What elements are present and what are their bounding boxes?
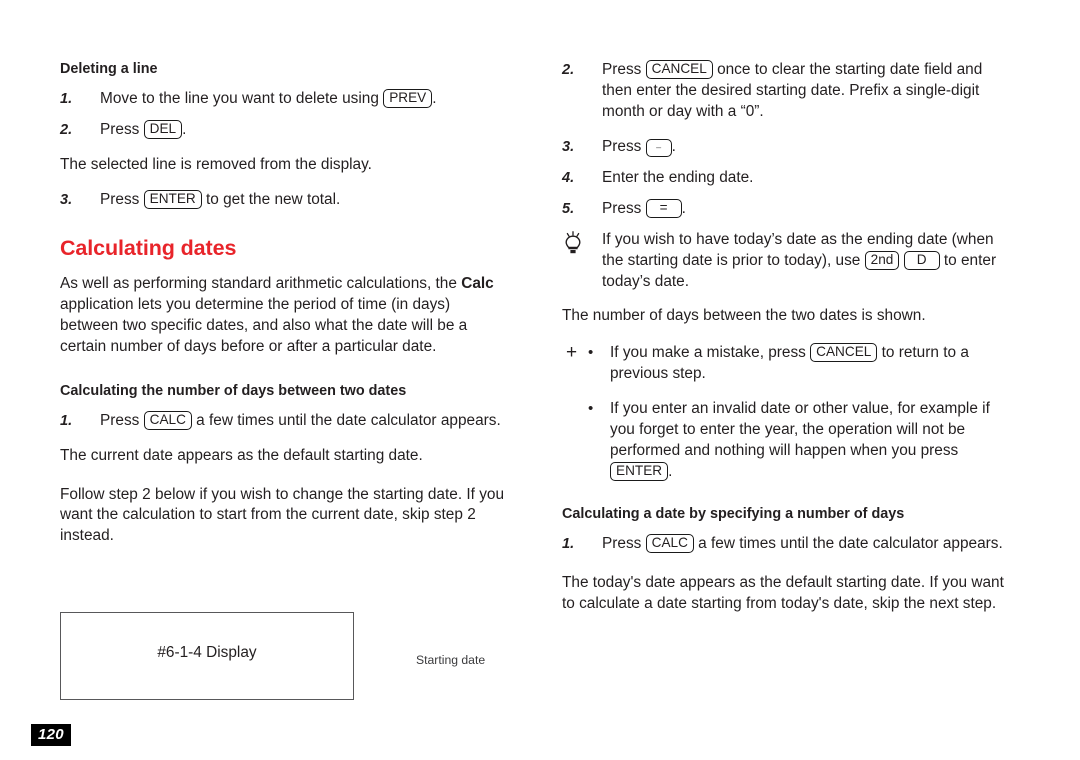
step-text-after: . (432, 89, 437, 107)
step-text-before: Press (602, 534, 642, 552)
step-text-before: Press (100, 190, 140, 208)
step-number: 4. (562, 169, 575, 186)
bullet-text-before: If you enter an invalid date or other va… (610, 400, 990, 460)
bullet-text-before: If you make a mistake, press (610, 344, 806, 362)
step-text: Press CALC a few times until the date ca… (602, 533, 1014, 555)
left-column: Deleting a line 1. Move to the line you … (60, 60, 506, 561)
intro-part-2: application lets you determine the perio… (60, 296, 468, 355)
heading-calculating-dates: Calculating dates (60, 236, 237, 261)
tip-text: If you wish to have today’s date as the … (602, 230, 1014, 293)
right-column: 2. Press CANCEL once to clear the starti… (562, 60, 1014, 629)
step-text: Press CANCEL once to clear the starting … (602, 60, 1014, 123)
step-text-after: to get the new total. (205, 190, 341, 208)
intro-part-1: As well as performing standard arithmeti… (60, 275, 457, 293)
step-text: Press ENTER to get the new total. (100, 189, 506, 211)
step-text-after: a few times until the date calculator ap… (698, 534, 1003, 552)
step-text: Press CALC a few times until the date ca… (100, 410, 506, 432)
step-number: 5. (562, 200, 575, 217)
step-text: Press DEL. (100, 119, 506, 141)
page-number-badge: 120 (31, 724, 71, 747)
step-date-5: 5. Press =. (562, 198, 1014, 220)
step-text: Press =. (602, 198, 1014, 220)
paragraph-todays-date-default: The today's date appears as the default … (562, 573, 1004, 612)
intro-app-name: Calc (461, 275, 494, 293)
key-2nd[interactable]: 2nd (864, 250, 900, 270)
step-date-4: 4. Enter the ending date. (562, 168, 1014, 189)
step-text-before: Move to the line you want to delete usin… (100, 89, 379, 107)
step-text-before: Press (602, 137, 642, 155)
bullet-item-invalid-date: • If you enter an invalid date or other … (562, 399, 1014, 483)
heading-days-between-dates: Calculating the number of days between t… (60, 382, 407, 399)
key-enter[interactable]: ENTER (143, 189, 202, 209)
plus-marker-icon: + (566, 342, 578, 364)
key-prev[interactable]: PREV (383, 88, 433, 108)
bullet-item-mistake: • If you make a mistake, press CANCEL to… (562, 343, 1014, 385)
figure-callout-starting-date: Starting date (416, 653, 486, 667)
step-number: 3. (562, 138, 575, 155)
step-number: 3. (60, 191, 73, 208)
step-text-before: Press (100, 120, 140, 138)
step-number: 2. (60, 121, 73, 138)
step-text: Press –. (602, 137, 1014, 158)
key-calc[interactable]: CALC (143, 410, 192, 430)
paragraph-intro: As well as performing standard arithmeti… (60, 274, 506, 358)
lightbulb-icon (562, 230, 602, 262)
step-delete-2: 2. Press DEL. (60, 119, 506, 141)
paragraph-line-removed: The selected line is removed from the di… (60, 155, 372, 173)
display-figure-box: #6-1-4 Display (60, 612, 354, 700)
bullet-text-after: . (668, 463, 673, 481)
key-minus[interactable]: – (645, 138, 672, 157)
step-text-after: a few times until the date calculator ap… (196, 411, 501, 429)
step-number: 2. (562, 62, 575, 78)
bullet-icon: • (588, 400, 594, 418)
step-text-before: Press (602, 199, 642, 217)
step-calc2-1: 1. Press CALC a few times until the date… (562, 533, 1014, 555)
key-equals[interactable]: = (645, 198, 682, 218)
step-delete-1: 1. Move to the line you want to delete u… (60, 88, 506, 110)
step-text-after: . (182, 120, 187, 138)
bullet-text: If you enter an invalid date or other va… (610, 399, 1014, 483)
paragraph-follow-step-2: Follow step 2 below if you wish to chang… (60, 485, 505, 545)
manual-page: Deleting a line 1. Move to the line you … (0, 0, 1080, 760)
key-cancel[interactable]: CANCEL (810, 343, 878, 363)
display-figure-label: #6-1-4 Display (157, 644, 257, 661)
step-text-before: Press (602, 61, 642, 78)
heading-specifying-number-of-days: Calculating a date by specifying a numbe… (562, 506, 905, 522)
step-number: 1. (562, 535, 575, 552)
key-calc[interactable]: CALC (645, 533, 694, 553)
paragraph-current-date: The current date appears as the default … (60, 446, 423, 464)
paragraph-days-shown: The number of days between the two dates… (562, 307, 926, 325)
step-calc-1: 1. Press CALC a few times until the date… (60, 410, 506, 432)
key-d[interactable]: D (903, 250, 940, 270)
step-text-before: Press (100, 411, 140, 429)
step-text: Move to the line you want to delete usin… (100, 88, 506, 110)
tip-todays-date: If you wish to have today’s date as the … (562, 230, 1014, 293)
step-text-after: . (671, 137, 676, 155)
step-number: 1. (60, 90, 73, 107)
heading-deleting-a-line: Deleting a line (60, 61, 158, 77)
bullet-text: If you make a mistake, press CANCEL to r… (610, 343, 1014, 385)
note-group-mistake: + • If you make a mistake, press CANCEL … (562, 342, 1014, 385)
step-text-after: . (681, 199, 686, 217)
step-text: Enter the ending date. (602, 168, 754, 186)
key-cancel[interactable]: CANCEL (645, 60, 713, 79)
key-enter[interactable]: ENTER (610, 462, 669, 482)
key-del[interactable]: DEL (143, 119, 183, 139)
step-delete-3: 3. Press ENTER to get the new total. (60, 189, 506, 211)
step-date-2: 2. Press CANCEL once to clear the starti… (562, 60, 1014, 123)
step-date-3: 3. Press –. (562, 137, 1014, 158)
step-number: 1. (60, 412, 73, 429)
